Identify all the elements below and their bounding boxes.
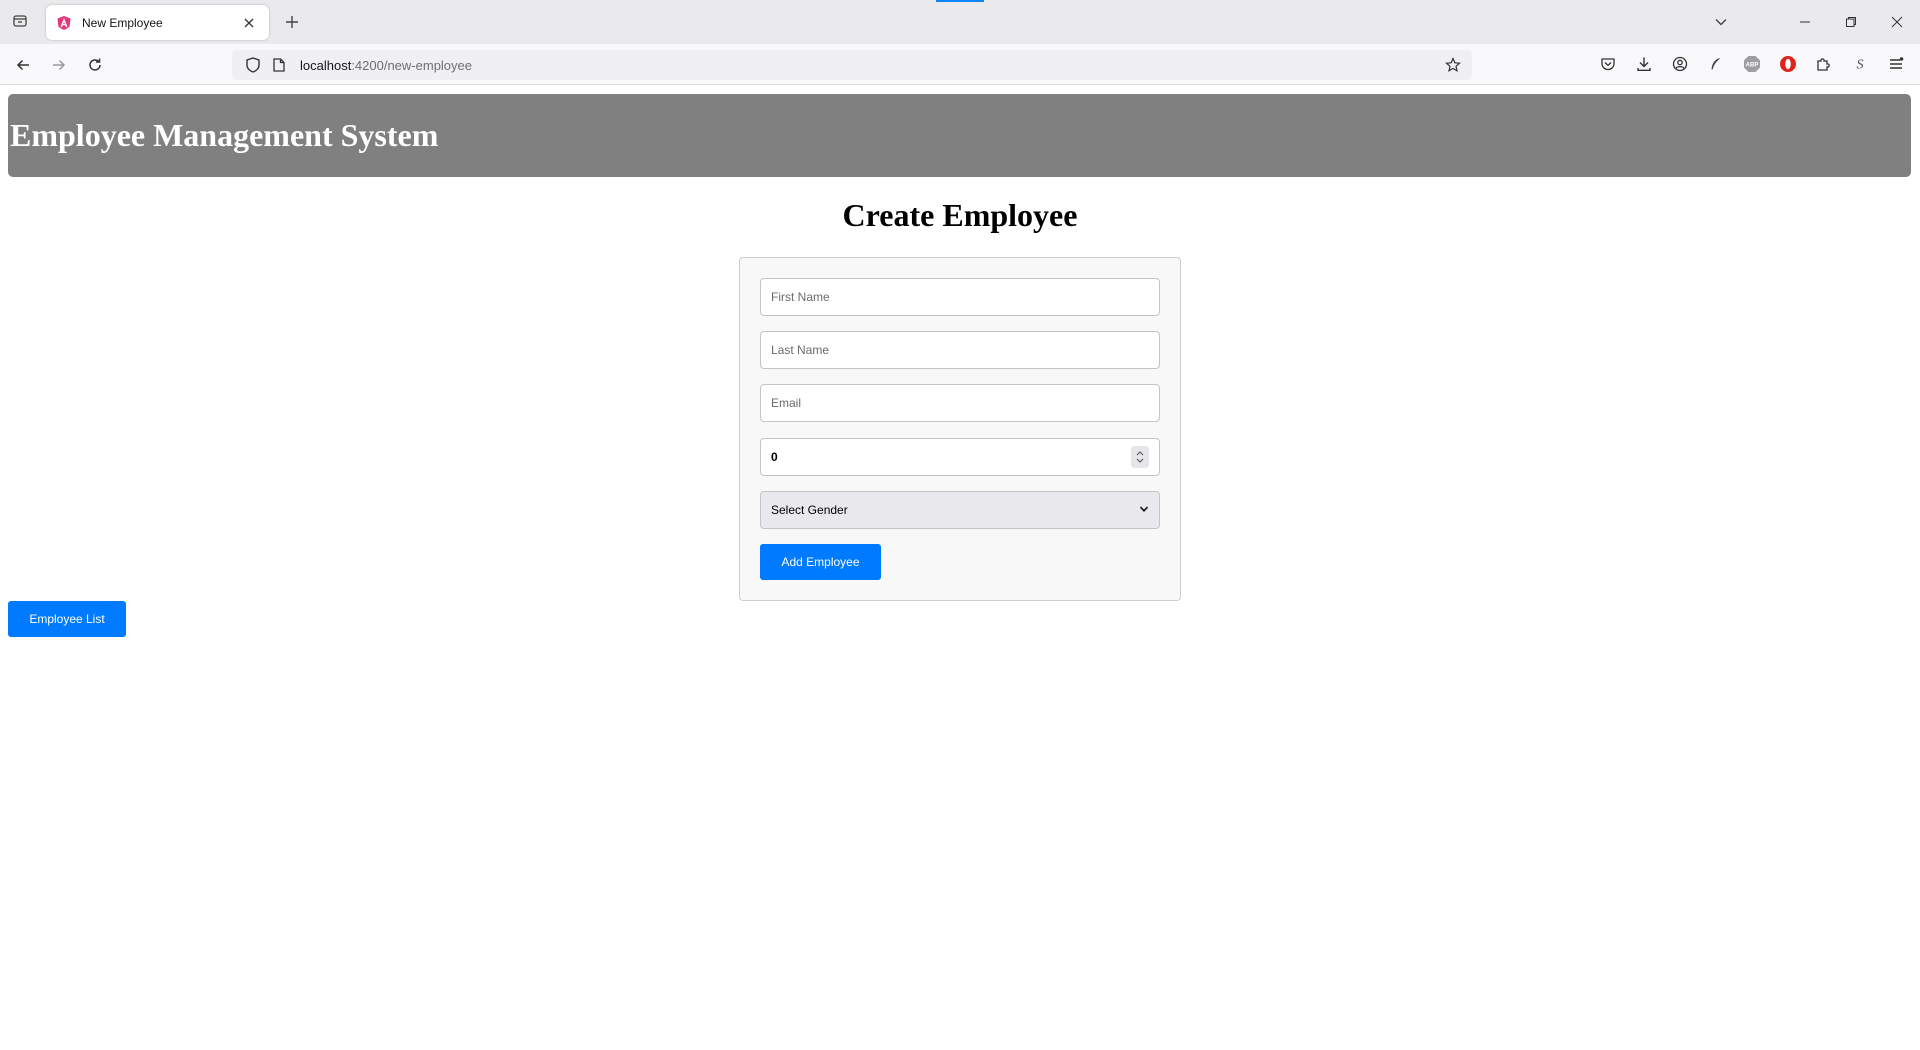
age-number-input[interactable]: 0 — [760, 438, 1160, 476]
tab-new-employee[interactable]: New Employee — [46, 5, 269, 40]
pocket-icon[interactable] — [1596, 52, 1620, 76]
close-icon[interactable] — [239, 13, 259, 33]
forward-arrow-icon[interactable] — [46, 52, 72, 78]
add-employee-button[interactable]: Add Employee — [760, 544, 881, 580]
svg-text:ABP: ABP — [1746, 63, 1759, 69]
reload-icon[interactable] — [82, 52, 108, 78]
opera-icon[interactable] — [1776, 52, 1800, 76]
gender-select-value: Select Gender — [771, 503, 848, 517]
app-title: Employee Management System — [10, 117, 439, 153]
first-name-input[interactable] — [760, 278, 1160, 316]
adblock-icon[interactable]: ABP — [1740, 52, 1764, 76]
extensions-puzzle-icon[interactable] — [1812, 52, 1836, 76]
shield-icon[interactable] — [244, 56, 262, 74]
page-title: Create Employee — [842, 197, 1078, 233]
url-host: localhost — [300, 57, 352, 73]
menu-icon[interactable] — [1884, 52, 1908, 76]
firefox-view-icon[interactable] — [8, 9, 32, 33]
s-extension-icon[interactable]: S — [1848, 52, 1872, 76]
back-arrow-icon[interactable] — [10, 52, 36, 78]
page-icon[interactable] — [270, 56, 288, 74]
bookmark-star-icon[interactable] — [1444, 56, 1462, 74]
tab-title: New Employee — [82, 15, 163, 30]
email-input[interactable] — [760, 384, 1160, 422]
gender-select[interactable]: Select Gender — [760, 491, 1160, 529]
restore-icon[interactable] — [1837, 8, 1865, 36]
employee-list-button[interactable]: Employee List — [8, 601, 126, 637]
chevron-down-icon[interactable] — [1709, 10, 1733, 34]
svg-text:S: S — [1857, 58, 1864, 73]
angular-icon — [56, 15, 72, 31]
url-bar[interactable]: localhost:4200/new-employee — [232, 50, 1472, 80]
age-value: 0 — [771, 450, 778, 464]
feather-icon[interactable] — [1704, 52, 1728, 76]
plus-icon[interactable] — [280, 10, 304, 34]
chevron-down-icon — [1139, 501, 1149, 519]
create-employee-form: 0 Select Gender Add Employee — [739, 257, 1181, 601]
url-text[interactable]: localhost:4200/new-employee — [300, 58, 472, 73]
url-path: :4200/new-employee — [351, 57, 473, 73]
account-icon[interactable] — [1668, 52, 1692, 76]
number-spinner[interactable] — [1131, 446, 1149, 468]
last-name-input[interactable] — [760, 331, 1160, 369]
download-icon[interactable] — [1632, 52, 1656, 76]
window-close-icon[interactable] — [1883, 8, 1911, 36]
tab-scroll-indicator — [936, 0, 984, 2]
minimize-icon[interactable] — [1791, 8, 1819, 36]
app-header: Employee Management System — [8, 94, 1911, 177]
tab-bar: New Employee — [0, 0, 1920, 44]
